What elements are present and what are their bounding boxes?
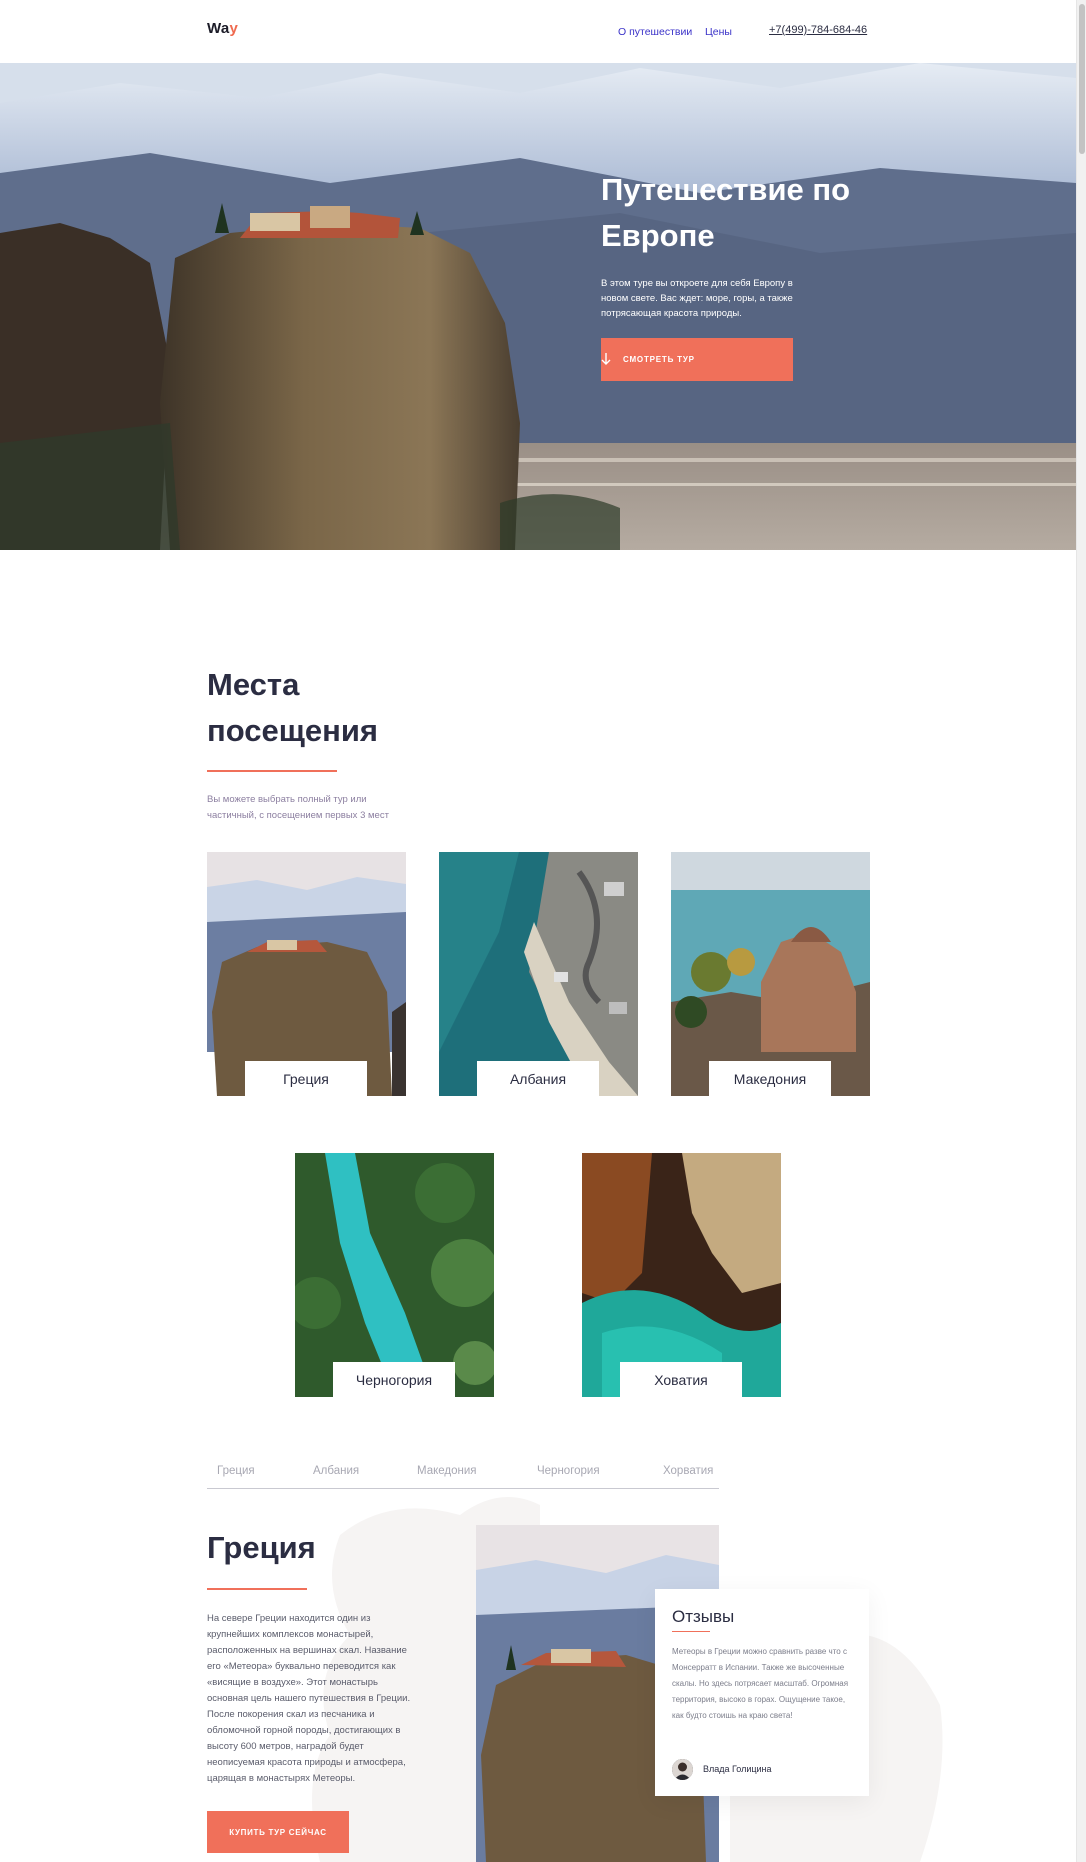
place-card-macedonia[interactable]: Македония bbox=[671, 852, 870, 1096]
scrollbar-thumb[interactable] bbox=[1079, 4, 1085, 154]
place-card-croatia[interactable]: Ховатия bbox=[582, 1153, 781, 1397]
detail-title: Греция bbox=[207, 1530, 316, 1565]
arrow-down-icon bbox=[601, 353, 611, 365]
croatia-photo bbox=[582, 1153, 781, 1397]
place-card-label: Албания bbox=[477, 1061, 599, 1096]
hero-background-image bbox=[0, 63, 1076, 550]
greece-photo bbox=[207, 852, 406, 1096]
places-title: Места посещения bbox=[207, 667, 378, 748]
place-card-albania[interactable]: Албания bbox=[439, 852, 638, 1096]
places-subtitle: Вы можете выбрать полный тур или частичн… bbox=[207, 794, 389, 821]
view-tour-button[interactable]: СМОТРЕТЬ ТУР bbox=[601, 338, 793, 381]
places-underline bbox=[207, 770, 337, 772]
tab-greece[interactable]: Греция bbox=[217, 1465, 255, 1477]
place-card-greece[interactable]: Греция bbox=[207, 852, 406, 1096]
detail-underline bbox=[207, 1588, 307, 1590]
review-card: Отзывы Метеоры в Греции можно сравнить р… bbox=[655, 1589, 869, 1796]
hero-title: Путешествие по Европе bbox=[601, 172, 851, 253]
nav-link-prices[interactable]: Цены bbox=[705, 26, 732, 38]
place-card-montenegro[interactable]: Черногория bbox=[295, 1153, 494, 1397]
avatar bbox=[672, 1759, 693, 1780]
review-underline bbox=[672, 1631, 710, 1632]
nav-link-about[interactable]: О путешествии bbox=[618, 26, 692, 38]
place-card-label: Греция bbox=[245, 1061, 367, 1096]
view-tour-button-label: СМОТРЕТЬ ТУР bbox=[623, 355, 695, 364]
macedonia-photo bbox=[671, 852, 870, 1096]
page-scrollbar[interactable] bbox=[1076, 0, 1086, 1862]
montenegro-photo bbox=[295, 1153, 494, 1397]
logo[interactable]: Way bbox=[207, 20, 238, 37]
review-title: Отзывы bbox=[672, 1607, 735, 1626]
hero-section: Путешествие по Европе В этом туре вы отк… bbox=[0, 63, 1076, 550]
detail-description: На севере Греции находится один из крупн… bbox=[207, 1613, 411, 1784]
site-header: Way О путешествии Цены +7(499)-784-684-4… bbox=[0, 0, 1076, 63]
review-author: Влада Голицина bbox=[703, 1764, 772, 1774]
logo-accent: y bbox=[229, 20, 239, 37]
place-card-label: Ховатия bbox=[620, 1362, 742, 1397]
phone-link[interactable]: +7(499)-784-684-46 bbox=[769, 24, 867, 36]
place-card-label: Черногория bbox=[333, 1362, 455, 1397]
place-card-label: Македония bbox=[709, 1061, 831, 1096]
hero-description: В этом туре вы откроете для себя Европу … bbox=[601, 278, 793, 319]
user-photo-icon bbox=[672, 1759, 693, 1780]
buy-tour-button[interactable]: КУПИТЬ ТУР СЕЙЧАС bbox=[207, 1811, 349, 1853]
review-text: Метеоры в Греции можно сравнить разве чт… bbox=[672, 1647, 849, 1720]
logo-text: Wa bbox=[207, 20, 230, 37]
albania-photo bbox=[439, 852, 638, 1096]
